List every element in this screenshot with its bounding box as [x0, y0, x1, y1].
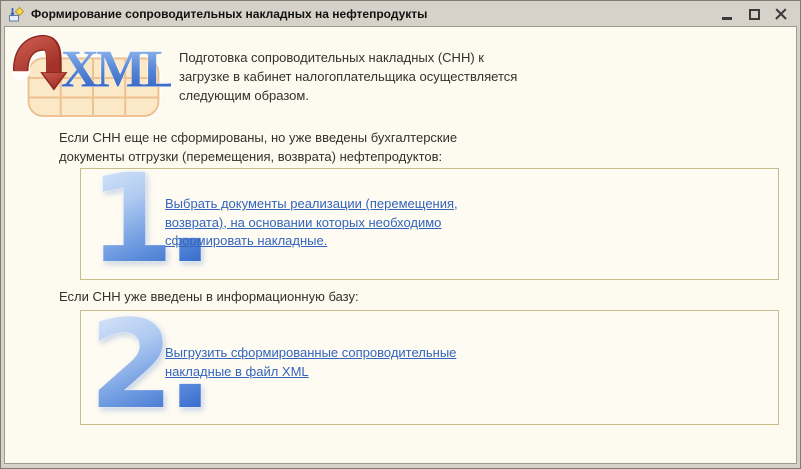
step-1-link[interactable]: Выбрать документы реализации (перемещени…: [165, 195, 487, 251]
app-window: Формирование сопроводительных накладных …: [0, 0, 801, 469]
xml-logo-icon: XML: [13, 32, 171, 118]
window-controls: [720, 7, 790, 21]
screen: { "window": { "title": "Формирование соп…: [0, 0, 801, 469]
minimize-button[interactable]: [720, 7, 734, 21]
step-1-box: 1. Выбрать документы реализации (перемещ…: [80, 168, 779, 280]
xml-logo-text: XML: [61, 41, 171, 99]
intro-section: XML Подготовка сопроводительных накладны…: [5, 27, 796, 119]
maximize-button[interactable]: [747, 7, 761, 21]
intro-text: Подготовка сопроводительных накладных (С…: [179, 48, 531, 119]
titlebar: Формирование сопроводительных накладных …: [3, 3, 798, 25]
form-content: XML Подготовка сопроводительных накладны…: [4, 26, 797, 464]
step-2-box: 2. Выгрузить сформированные сопроводител…: [80, 310, 779, 425]
close-button[interactable]: [774, 7, 788, 21]
window-title: Формирование сопроводительных накладных …: [31, 7, 720, 21]
minimize-icon: [722, 17, 732, 20]
maximize-icon: [749, 9, 760, 20]
data-processor-icon: [8, 6, 25, 23]
step-2-link[interactable]: Выгрузить сформированные сопроводительны…: [165, 344, 487, 381]
